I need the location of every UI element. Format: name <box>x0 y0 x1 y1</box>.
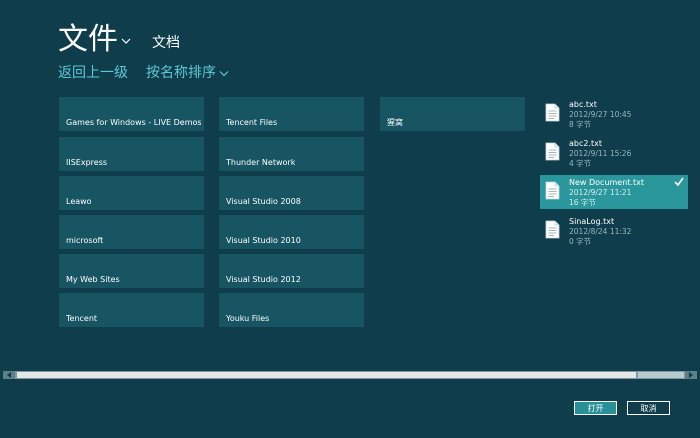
folder-tile[interactable]: Tencent <box>59 293 204 327</box>
file-item[interactable]: abc2.txt 2012/9/11 15:26 4 字节 <box>540 136 688 170</box>
file-item[interactable]: abc.txt 2012/9/27 10:45 8 字节 <box>540 97 688 131</box>
folder-name: microsoft <box>66 236 104 245</box>
folder-name: 猩窝 <box>387 118 403 127</box>
file-item[interactable]: SinaLog.txt 2012/8/24 11:32 0 字节 <box>540 214 688 248</box>
file-date: 2012/9/11 15:26 <box>569 149 632 158</box>
folder-name: Youku Files <box>226 314 270 323</box>
folder-name: IISExpress <box>66 158 108 167</box>
horizontal-scrollbar[interactable] <box>3 371 697 379</box>
folder-tile[interactable]: Visual Studio 2008 <box>219 176 364 210</box>
folder-tile[interactable]: Tencent Files <box>219 97 364 131</box>
scroll-thumb[interactable] <box>17 372 636 378</box>
folder-name: Visual Studio 2010 <box>226 236 301 245</box>
folder-name: Visual Studio 2008 <box>226 197 301 206</box>
sort-by-name-link[interactable]: 按名称排序 <box>146 64 216 82</box>
arrow-left-icon <box>7 372 11 378</box>
folder-name: Thunder Network <box>226 158 296 167</box>
page-title: 文件 <box>58 22 118 57</box>
folder-tile[interactable]: 猩窝 <box>380 97 525 131</box>
file-size: 4 字节 <box>569 159 592 168</box>
go-up-link[interactable]: 返回上一级 <box>58 64 128 82</box>
file-date: 2012/9/27 10:45 <box>569 110 632 119</box>
folder-tile[interactable]: My Web Sites <box>59 254 204 288</box>
file-item[interactable]: New Document.txt 2012/9/27 11:21 16 字节 <box>540 175 688 209</box>
folder-tile[interactable]: Visual Studio 2010 <box>219 215 364 249</box>
file-name: SinaLog.txt <box>569 217 615 226</box>
folder-name: Leawo <box>66 197 92 206</box>
file-name: New Document.txt <box>569 178 644 187</box>
scroll-right-button[interactable] <box>685 371 697 379</box>
text-file-icon <box>545 220 560 239</box>
open-button[interactable]: 打开 <box>574 401 617 415</box>
folder-name: Visual Studio 2012 <box>226 275 301 284</box>
file-name: abc2.txt <box>569 139 603 148</box>
chevron-down-icon[interactable] <box>121 37 131 45</box>
folder-name: Tencent <box>66 314 98 323</box>
file-date: 2012/9/27 11:21 <box>569 188 632 197</box>
sort-chevron-down-icon[interactable] <box>219 70 229 77</box>
text-file-icon <box>545 142 560 161</box>
file-name: abc.txt <box>569 100 597 109</box>
current-location: 文档 <box>152 35 180 51</box>
folder-tile[interactable]: Games for Windows - LIVE Demos <box>59 97 204 131</box>
folder-tile[interactable]: Thunder Network <box>219 137 364 171</box>
arrow-right-icon <box>689 372 693 378</box>
checkmark-icon <box>674 177 684 186</box>
cancel-button[interactable]: 取消 <box>627 401 670 415</box>
folder-name: Tencent Files <box>226 118 278 127</box>
file-size: 16 字节 <box>569 198 596 207</box>
file-size: 8 字节 <box>569 120 592 129</box>
folder-tile[interactable]: Leawo <box>59 176 204 210</box>
scroll-track[interactable] <box>638 372 684 378</box>
folder-tile[interactable]: microsoft <box>59 215 204 249</box>
folder-tile[interactable]: Visual Studio 2012 <box>219 254 364 288</box>
text-file-icon <box>545 181 560 200</box>
folder-tile[interactable]: Youku Files <box>219 293 364 327</box>
scroll-left-button[interactable] <box>3 371 15 379</box>
file-date: 2012/8/24 11:32 <box>569 227 632 236</box>
file-picker: 文件 文档 返回上一级 按名称排序 Games for Windows - LI… <box>0 0 700 438</box>
file-size: 0 字节 <box>569 237 592 246</box>
folder-tile[interactable]: IISExpress <box>59 137 204 171</box>
folder-name: Games for Windows - LIVE Demos <box>66 118 201 127</box>
text-file-icon <box>545 103 560 122</box>
folder-name: My Web Sites <box>66 275 120 284</box>
